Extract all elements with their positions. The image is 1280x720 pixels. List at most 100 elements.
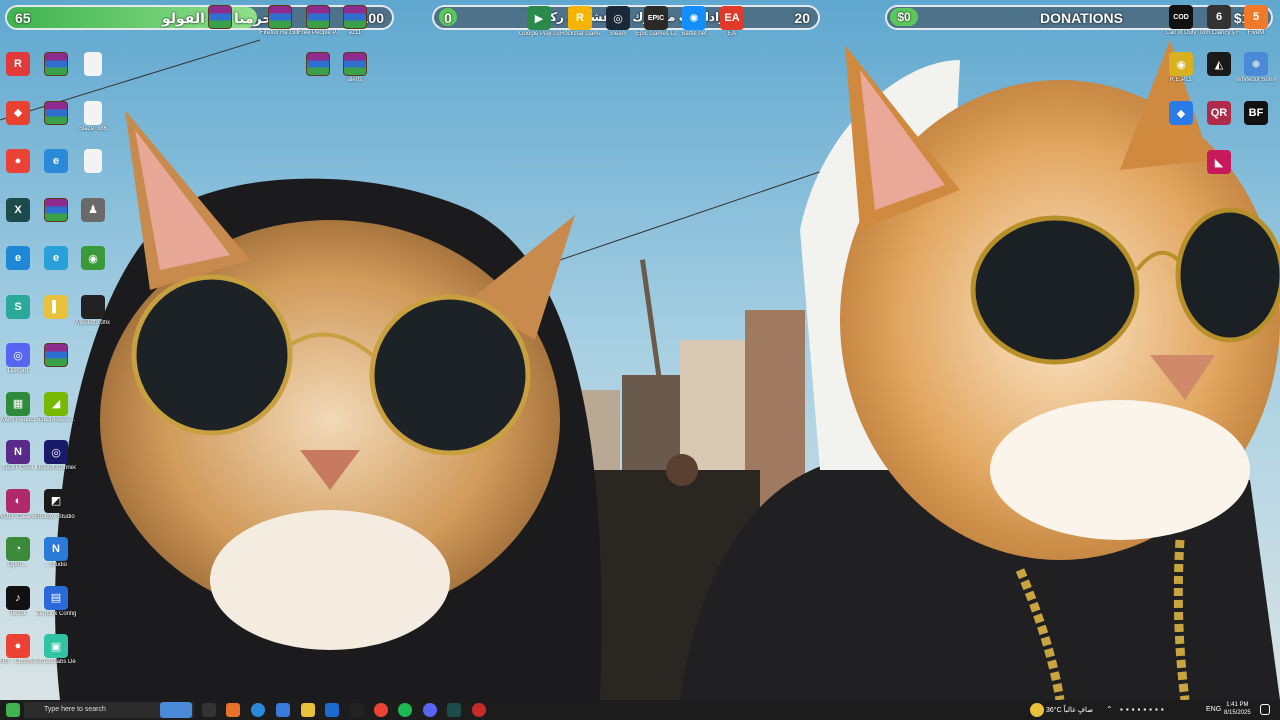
desktop-shortcut[interactable]: R [0, 52, 38, 77]
desktop-shortcut[interactable]: ◉ [73, 246, 113, 271]
desktop-shortcut[interactable] [36, 100, 76, 126]
desktop-shortcut[interactable]: Moulotto 3fix [73, 294, 113, 327]
zenlink-icon: ▤ [44, 585, 68, 610]
taskbar-app-icon[interactable] [226, 703, 240, 717]
desktop-shortcut[interactable]: ◩ Roblox Studio [36, 488, 76, 521]
app-icon: ◐ [6, 488, 30, 513]
desktop-shortcut[interactable]: ▦ Mem Reduct [0, 391, 38, 424]
desktop-shortcut[interactable]: QR [1199, 101, 1239, 126]
shortcut-label: Roblox Studio [37, 513, 75, 520]
desktop-shortcut[interactable]: ● RG - Chrome [0, 634, 38, 666]
taskbar-app-icon[interactable] [472, 703, 486, 717]
store-taskbar-icon[interactable] [276, 703, 290, 717]
shortcut-label: Open... [8, 562, 28, 568]
desktop-shortcut[interactable] [36, 197, 76, 223]
edge-taskbar-icon[interactable] [251, 703, 265, 717]
battlenet-icon: ✺ [682, 6, 706, 30]
desktop-shortcut[interactable]: ◎ Steam [598, 6, 638, 38]
shortcut-label: Tom Clancy's Rainbow Si... [1199, 30, 1239, 36]
chrome-taskbar-icon[interactable] [374, 703, 388, 717]
outlook-icon[interactable] [325, 703, 339, 717]
terminal-icon: X [6, 197, 30, 222]
weather-icon[interactable] [1030, 703, 1044, 717]
desktop-shortcut[interactable]: e [0, 246, 38, 271]
winrar-icon [343, 5, 367, 29]
desktop-shortcut[interactable]: ◣ [1199, 150, 1239, 175]
desktop-shortcut[interactable] [200, 5, 240, 30]
desktop-shortcut[interactable]: ◉ R.E.P.O. [1161, 52, 1201, 84]
chevron-up-icon[interactable]: ⌃ [1106, 705, 1113, 714]
desktop-shortcut[interactable]: Free People Pack [298, 5, 338, 37]
desktop-shortcut[interactable]: ez11 [335, 5, 375, 37]
desktop-shortcut[interactable] [73, 52, 113, 77]
desktop-shortcut[interactable] [36, 343, 76, 368]
terminal-taskbar-icon[interactable] [447, 703, 461, 717]
desktop-shortcut[interactable]: X [0, 197, 38, 223]
desktop-shortcut[interactable]: N NZXT CAM [0, 440, 38, 472]
desktop-shortcut[interactable]: ♟ [73, 197, 113, 223]
task-view-icon[interactable] [202, 703, 216, 717]
desktop-shortcut[interactable]: ▌ [36, 294, 76, 320]
desktop-shortcut[interactable]: ▶Google Play Games beta [519, 6, 559, 38]
shortcut-label: ez11 [348, 30, 362, 36]
chrome-icon: ● [6, 149, 30, 173]
desktop-shortcut[interactable]: 5 FiveM [1236, 5, 1276, 37]
epic-games-icon: EPIC [644, 6, 668, 30]
desktop-shortcut[interactable]: e [36, 149, 76, 174]
spotify-icon[interactable] [398, 703, 412, 717]
desktop-shortcut[interactable]: N ...Studio [36, 537, 76, 569]
tray-icons[interactable]: ▪▪▪▪▪▪▪▪ [1120, 705, 1167, 714]
shortcut-label: Epic Games Launcher [636, 31, 676, 37]
desktop-shortcut[interactable] [36, 52, 76, 77]
shortcut-label: 516.14-desk... [36, 416, 76, 423]
tiktok-icon: ♪ [6, 585, 30, 610]
desktop-shortcut[interactable] [73, 149, 113, 174]
clock[interactable]: 1:41 PM 8/15/2025 [1224, 701, 1251, 717]
shortcut-label: Whiteout Survival [1236, 77, 1276, 83]
file-explorer-icon[interactable] [301, 703, 315, 717]
discord-taskbar-icon[interactable] [423, 703, 437, 717]
shortcut-label: Moulotto 3fix [75, 319, 111, 326]
taskbar-app-icon[interactable] [350, 703, 364, 717]
file-icon [84, 100, 102, 125]
desktop-shortcut[interactable]: ♪ TikTok [0, 585, 38, 618]
desktop-shortcut[interactable]: S [0, 294, 38, 320]
shortcut-label: RG - Chrome [0, 659, 36, 665]
desktop-shortcut[interactable]: ◢ 516.14-desk... [36, 391, 76, 424]
desktop-shortcut[interactable]: BF [1236, 101, 1276, 126]
desktop-shortcut[interactable]: e [36, 246, 76, 271]
desktop-shortcut[interactable]: ✺ Battle.net [674, 6, 714, 38]
shortcut-label: Battle.net [681, 31, 707, 37]
desktop-shortcut[interactable]: Slaze_x86 [73, 100, 113, 133]
desktop-shortcut[interactable]: ▣Streamlabs Desktop [36, 634, 76, 666]
desktop-shortcut[interactable]: EA EA [712, 6, 752, 38]
start-button[interactable] [6, 703, 20, 717]
desktop-shortcut[interactable]: alerts [335, 52, 375, 84]
notification-center-icon[interactable] [1260, 704, 1270, 715]
desktop-shortcut[interactable]: RRockstar Games ... [560, 6, 600, 38]
desktop-shortcut[interactable]: ◆ [0, 100, 38, 126]
desktop-shortcut[interactable]: ◔ Open... [0, 537, 38, 569]
shortcut-label: Slaze_x86 [78, 125, 108, 132]
file-icon [81, 294, 105, 319]
desktop-shortcut[interactable]: ▤ZenLink Configurator [36, 585, 76, 618]
desktop-shortcut[interactable]: ◆ [1161, 101, 1201, 126]
desktop-shortcut[interactable]: Firefox Re Glitches [260, 5, 300, 37]
desktop-shortcut[interactable]: ◭ [1199, 52, 1239, 77]
ubisoft-icon: ◎ [44, 440, 68, 464]
clock-date: 8/15/2025 [1224, 710, 1251, 716]
desktop-shortcut[interactable]: ◐WOLF Cleanwall [0, 488, 38, 521]
desktop-shortcut[interactable]: ❄Whiteout Survival [1236, 52, 1276, 84]
forza-icon: ◣ [1207, 150, 1231, 174]
desktop-shortcut[interactable] [298, 52, 338, 77]
desktop-shortcut[interactable]: 6Tom Clancy's Rainbow Si... [1199, 5, 1239, 37]
anydesk-icon: ◆ [6, 100, 30, 125]
file-icon [84, 52, 102, 76]
desktop-shortcut[interactable]: ◎ Discord [0, 343, 38, 375]
desktop-shortcut[interactable]: EPICEpic Games Launcher [636, 6, 676, 38]
desktop-shortcut[interactable]: ● [0, 149, 38, 174]
desktop-shortcut[interactable]: ◎ Ubisoft Connect [36, 440, 76, 472]
language-indicator[interactable]: ENG [1206, 706, 1221, 713]
desktop-shortcut[interactable]: COD Call of Duty [1161, 5, 1201, 37]
roblox-studio-icon: ◩ [44, 488, 68, 513]
